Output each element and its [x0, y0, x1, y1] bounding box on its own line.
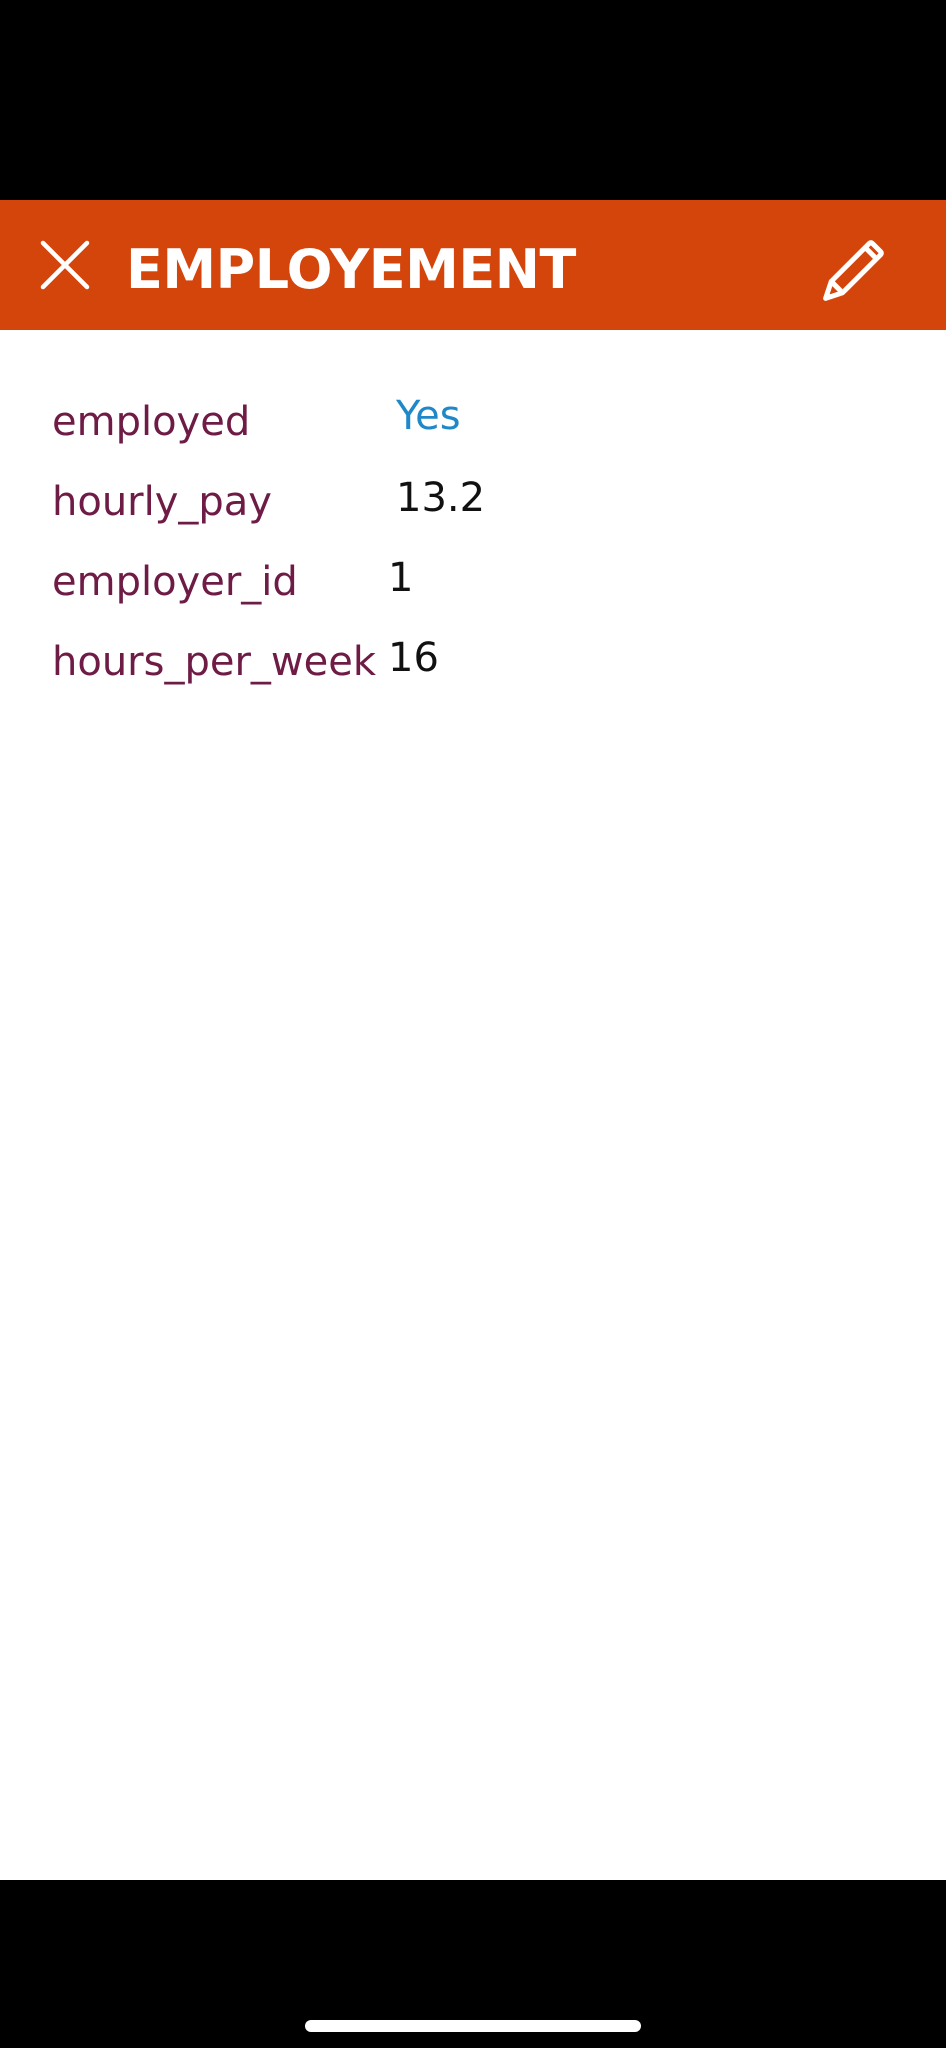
field-row-employer-id: employer_id 1 [0, 542, 946, 622]
field-value: 16 [388, 635, 439, 681]
field-label: hours_per_week [52, 639, 377, 685]
field-row-employed: employed Yes [0, 382, 946, 462]
field-value: 1 [388, 555, 414, 601]
pencil-icon [823, 240, 884, 301]
close-button[interactable] [30, 230, 100, 300]
field-row-hourly-pay: hourly_pay 13.2 [0, 462, 946, 542]
field-value: 13.2 [396, 475, 486, 521]
close-icon [40, 240, 90, 290]
field-label: employed [52, 399, 251, 445]
employed-value-link[interactable]: Yes [396, 376, 461, 456]
home-indicator[interactable] [305, 2020, 641, 2032]
field-label: employer_id [52, 559, 298, 605]
bottom-bar [0, 1880, 946, 2048]
field-row-hours-per-week: hours_per_week 16 [0, 622, 946, 702]
edit-button[interactable] [808, 220, 904, 316]
status-bar [0, 0, 946, 200]
detail-panel: employed Yes hourly_pay 13.2 employer_id… [0, 330, 946, 1880]
page-title: EMPLOYEMENT [126, 238, 576, 301]
app-header: EMPLOYEMENT [0, 200, 946, 330]
field-label: hourly_pay [52, 479, 272, 525]
